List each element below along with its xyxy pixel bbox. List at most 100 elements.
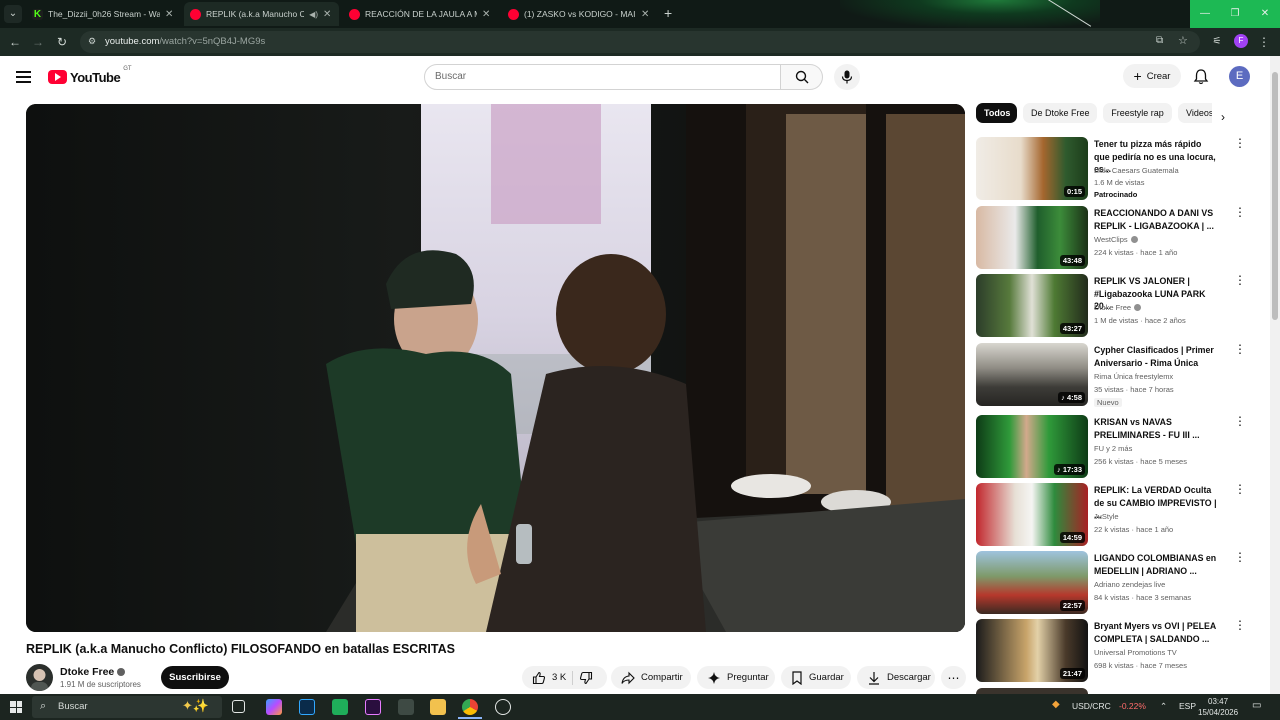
premiere-icon[interactable]: [365, 699, 381, 715]
reload-icon[interactable]: ↻: [55, 35, 69, 49]
recommendation-item[interactable]: 0:15 Tener tu pizza más rápido que pedir…: [976, 137, 1256, 201]
more-vertical-icon[interactable]: ⋮: [1234, 551, 1246, 563]
maximize-icon[interactable]: ❐: [1220, 0, 1250, 28]
back-icon[interactable]: ←: [8, 35, 22, 49]
more-vertical-icon[interactable]: ⋮: [1234, 206, 1246, 218]
photoshop-icon[interactable]: [299, 699, 315, 715]
chevron-right-icon[interactable]: ›: [1221, 110, 1225, 124]
channel-avatar[interactable]: [26, 664, 53, 691]
more-vertical-icon[interactable]: ⋮: [1234, 619, 1246, 631]
recommendation-title[interactable]: KRISAN vs NAVAS PRELIMINARES - FU III ..…: [1094, 416, 1218, 441]
site-info-icon[interactable]: ⚙: [88, 36, 100, 48]
minimize-icon[interactable]: —: [1190, 0, 1220, 28]
browser-menu-icon[interactable]: ⋮: [1257, 35, 1271, 49]
browser-tab-4[interactable]: (1) ZASKO vs KODIGO - MAIN E ✕: [502, 2, 657, 26]
video-player[interactable]: [26, 104, 965, 632]
chip-freestyle-rap[interactable]: Freestyle rap: [1103, 103, 1172, 123]
youtube-logo[interactable]: YouTube GT: [48, 66, 132, 86]
close-icon[interactable]: ✕: [482, 9, 492, 20]
recommendation-item[interactable]: 22:57 LIGANDO COLOMBIANAS en MEDELLIN | …: [976, 551, 1256, 615]
recommendation-title[interactable]: Cypher Clasificados | Primer Aniversario…: [1094, 344, 1218, 369]
recommendation-item[interactable]: ♪ 4:58 Cypher Clasificados | Primer Aniv…: [976, 343, 1256, 407]
browser-tab-3[interactable]: REACCIÓN DE LA JAULA A MIN ✕: [343, 2, 498, 26]
ask-button[interactable]: Preguntar: [697, 666, 775, 689]
store-icon[interactable]: [398, 699, 414, 715]
chip-todos[interactable]: Todos: [976, 103, 1017, 123]
notifications-bell-icon[interactable]: [1192, 68, 1210, 86]
recommendation-channel[interactable]: WestClips: [1094, 235, 1138, 244]
video-thumbnail[interactable]: 43:48: [976, 206, 1088, 269]
download-button[interactable]: Descargar: [857, 666, 935, 689]
taskbar-clock[interactable]: 03:47 15/04/2026: [1198, 696, 1238, 718]
recommendation-title[interactable]: LIGANDO COLOMBIANAS en MEDELLIN | ADRIAN…: [1094, 552, 1218, 577]
recommendation-channel[interactable]: Little Caesars Guatemala: [1094, 166, 1179, 175]
video-thumbnail[interactable]: 22:57: [976, 551, 1088, 614]
more-vertical-icon[interactable]: ⋮: [1234, 137, 1246, 149]
search-input[interactable]: Buscar: [424, 64, 781, 90]
share-button[interactable]: Compartir: [611, 666, 691, 689]
video-thumbnail[interactable]: 21:47: [976, 619, 1088, 682]
tab-search-icon[interactable]: ⌄: [4, 5, 22, 23]
stock-widget-icon[interactable]: ◆: [1052, 699, 1060, 710]
app-icon[interactable]: [495, 699, 511, 715]
recommendation-title[interactable]: Bryant Myers vs OVI | PELEA COMPLETA | S…: [1094, 620, 1218, 645]
video-thumbnail[interactable]: 0:15: [976, 137, 1088, 200]
close-icon[interactable]: ✕: [641, 9, 651, 20]
recommendation-channel[interactable]: Adriano zendejas live: [1094, 580, 1165, 589]
new-tab-icon[interactable]: +: [664, 6, 672, 20]
url-bar[interactable]: ⚙ youtube.com/watch?v=5nQB4J-MG9s ⧉ ☆: [80, 31, 1200, 53]
taskbar-search-input[interactable]: ⌕ Buscar ✦✨: [32, 696, 222, 718]
app-icon[interactable]: [332, 699, 348, 715]
more-vertical-icon[interactable]: ⋮: [1234, 343, 1246, 355]
recommendation-title[interactable]: REACCIONANDO A DANI VS REPLIK - LIGABAZO…: [1094, 207, 1218, 232]
recommendation-item[interactable]: 21:47 Bryant Myers vs OVI | PELEA COMPLE…: [976, 619, 1256, 683]
close-icon[interactable]: ✕: [323, 9, 333, 20]
browser-tab-1[interactable]: K The_Dizzii_0h26 Stream - Watc ✕: [26, 2, 181, 26]
browser-profile-avatar[interactable]: F: [1234, 34, 1248, 48]
recommendation-item[interactable]: ♪ 17:33 KRISAN vs NAVAS PRELIMINARES - F…: [976, 415, 1256, 479]
recommendation-item[interactable]: 43:27 REPLIK VS JALONER | #Ligabazooka L…: [976, 274, 1256, 338]
install-app-icon[interactable]: ⧉: [1156, 35, 1163, 46]
more-vertical-icon[interactable]: ⋮: [1234, 274, 1246, 286]
bookmark-star-icon[interactable]: ☆: [1178, 34, 1188, 47]
file-explorer-icon[interactable]: [430, 699, 446, 715]
scrollbar-thumb[interactable]: [1272, 72, 1278, 320]
ticker-label[interactable]: USD/CRC: [1072, 701, 1111, 711]
more-vertical-icon[interactable]: ⋮: [1234, 483, 1246, 495]
recommendation-channel[interactable]: FU y 2 más: [1094, 444, 1132, 453]
more-vertical-icon[interactable]: ⋮: [1234, 415, 1246, 427]
channel-name[interactable]: Dtoke Free: [60, 666, 126, 678]
video-thumbnail[interactable]: ♪ 17:33: [976, 415, 1088, 478]
search-button[interactable]: [781, 64, 823, 90]
task-view-icon[interactable]: [232, 700, 245, 713]
recommendation-channel[interactable]: Rima Única freestylemx: [1094, 372, 1173, 381]
create-button[interactable]: + Crear: [1123, 64, 1181, 88]
extensions-icon[interactable]: ⚟: [1210, 35, 1224, 49]
save-button[interactable]: Guardar: [781, 666, 851, 689]
account-avatar[interactable]: E: [1229, 66, 1250, 87]
tray-chevron-icon[interactable]: ⌃: [1160, 701, 1167, 712]
browser-tab-2[interactable]: REPLIK (a.k.a Manucho Con ◀) ✕: [184, 2, 339, 26]
recommendation-channel[interactable]: Dtoke Free: [1094, 303, 1142, 312]
subscribe-button[interactable]: Suscribirse: [161, 666, 229, 689]
chrome-icon[interactable]: [462, 699, 478, 715]
voice-search-button[interactable]: [834, 64, 860, 90]
recommendation-item[interactable]: 14:59 REPLIK: La VERDAD Oculta de su CAM…: [976, 483, 1256, 547]
language-indicator[interactable]: ESP: [1179, 701, 1196, 711]
chip-videos[interactable]: Videos: [1178, 103, 1212, 123]
recommendation-channel[interactable]: Universal Promotions TV: [1094, 648, 1177, 657]
notification-center-icon[interactable]: ▭: [1252, 700, 1261, 711]
video-thumbnail[interactable]: 43:27: [976, 274, 1088, 337]
more-actions-button[interactable]: ⋯: [941, 666, 966, 689]
forward-icon[interactable]: →: [31, 35, 45, 49]
recommendation-item[interactable]: 43:48 REACCIONANDO A DANI VS REPLIK - LI…: [976, 206, 1256, 270]
windows-start-icon[interactable]: [10, 701, 22, 713]
speaker-icon[interactable]: ◀): [309, 10, 318, 19]
thumbs-down-icon[interactable]: [579, 671, 593, 685]
menu-icon[interactable]: [16, 71, 31, 83]
video-thumbnail[interactable]: 14:59: [976, 483, 1088, 546]
copilot-icon[interactable]: [266, 699, 282, 715]
close-window-icon[interactable]: ✕: [1250, 0, 1280, 28]
video-thumbnail[interactable]: ♪ 4:58: [976, 343, 1088, 406]
close-icon[interactable]: ✕: [165, 9, 175, 20]
